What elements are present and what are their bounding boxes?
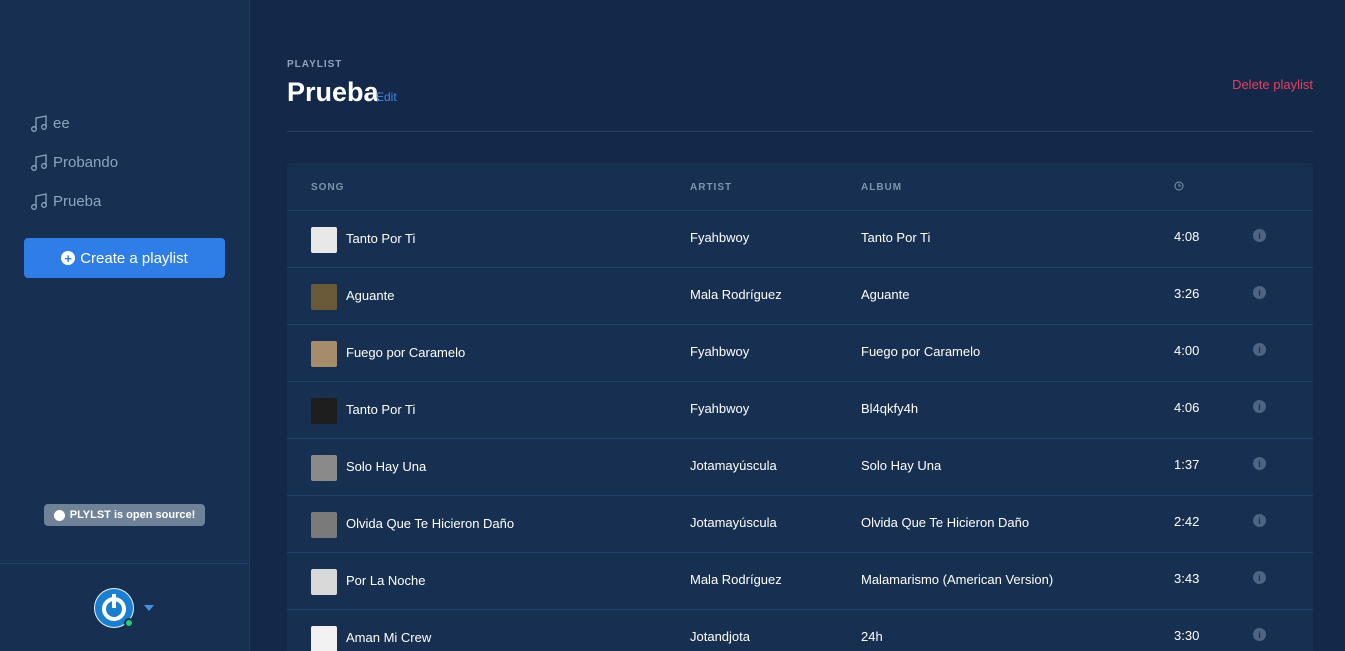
open-source-label: PLYLST is open source! <box>69 509 196 521</box>
header-divider <box>287 131 1313 132</box>
table-row[interactable]: Olvida Que Te Hicieron Daño Jotamayúscula… <box>287 496 1313 553</box>
song-duration: 4:00 <box>1174 343 1200 358</box>
artist-name: Fyahbwoy <box>690 401 750 416</box>
sidebar-item-playlist[interactable]: ee <box>30 104 230 143</box>
table-row[interactable]: Aman Mi Crew Jotandjota 24h 3:30 i <box>287 610 1313 651</box>
sidebar-item-playlist[interactable]: Prueba <box>30 182 230 221</box>
song-title: Solo Hay Una <box>346 459 427 474</box>
artist-name: Mala Rodríguez <box>690 287 782 302</box>
album-name: Malamarismo (American Version) <box>861 572 1054 587</box>
info-icon[interactable]: i <box>1253 400 1266 413</box>
info-icon[interactable]: i <box>1253 628 1266 641</box>
info-icon[interactable]: i <box>1253 229 1266 242</box>
column-header-artist[interactable]: ARTIST <box>690 182 732 193</box>
artist-name: Jotandjota <box>690 629 750 644</box>
album-name: Aguante <box>861 287 910 302</box>
chevron-down-icon[interactable] <box>144 605 154 611</box>
album-cover <box>311 455 337 481</box>
page-title: Prueba <box>287 77 379 107</box>
table-row[interactable]: Tanto Por Ti Fyahbwoy Tanto Por Ti 4:08 i <box>287 211 1313 268</box>
app-logo[interactable] <box>88 30 162 78</box>
info-icon[interactable]: i <box>1253 343 1266 356</box>
user-menu[interactable] <box>94 588 154 628</box>
info-icon[interactable]: i <box>1253 457 1266 470</box>
main-content: PLAYLIST Prueba Edit Delete playlist SON… <box>250 0 1345 651</box>
table-row[interactable]: Tanto Por Ti Fyahbwoy Bl4qkfy4h 4:06 i <box>287 382 1313 439</box>
album-cover <box>311 284 337 310</box>
song-title: Olvida Que Te Hicieron Daño <box>346 516 515 531</box>
clock-icon[interactable] <box>1174 181 1184 194</box>
info-icon[interactable]: i <box>1253 571 1266 584</box>
album-cover <box>311 569 337 595</box>
playlist-list: ee Probando Prueba <box>30 104 230 221</box>
album-cover <box>311 398 337 424</box>
album-name: Olvida Que Te Hicieron Daño <box>861 515 1030 530</box>
table-header: SONG ARTIST ALBUM <box>287 163 1313 211</box>
table-row[interactable]: Solo Hay Una Jotamayúscula Solo Hay Una 1:3… <box>287 439 1313 496</box>
album-name: Solo Hay Una <box>861 458 942 473</box>
song-title: Por La Noche <box>346 573 426 588</box>
table-row[interactable]: Por La Noche Mala Rodríguez Malamarismo (A… <box>287 553 1313 610</box>
online-status-indicator <box>124 618 134 628</box>
album-name: Tanto Por Ti <box>861 230 931 245</box>
table-row[interactable]: Aguante Mala Rodríguez Aguante 3:26 i <box>287 268 1313 325</box>
create-playlist-label: Create a playlist <box>80 249 188 267</box>
column-header-album[interactable]: ALBUM <box>861 182 902 193</box>
song-duration: 3:43 <box>1174 571 1200 586</box>
table-row[interactable]: Fuego por Caramelo Fyahbwoy Fuego por Cara… <box>287 325 1313 382</box>
sidebar-divider <box>0 563 249 564</box>
artist-name: Fyahbwoy <box>690 344 750 359</box>
song-title: Tanto Por Ti <box>346 402 416 417</box>
song-duration: 3:26 <box>1174 286 1200 301</box>
song-title: Aguante <box>346 288 395 303</box>
edit-playlist-link[interactable]: Edit <box>376 90 397 104</box>
sidebar: ee Probando Prueba + Create a playlist P… <box>0 0 250 651</box>
artist-name: Jotamayúscula <box>690 458 777 473</box>
open-source-badge[interactable]: PLYLST is open source! <box>44 504 205 526</box>
song-duration: 1:37 <box>1174 457 1200 472</box>
album-cover <box>311 626 337 651</box>
sidebar-item-label: Prueba <box>53 193 102 210</box>
create-playlist-button[interactable]: + Create a playlist <box>24 238 225 278</box>
song-duration: 4:06 <box>1174 400 1200 415</box>
song-duration: 4:08 <box>1174 229 1200 244</box>
song-duration: 2:42 <box>1174 514 1200 529</box>
sidebar-item-label: Probando <box>53 154 119 171</box>
plus-circle-icon: + <box>61 251 76 265</box>
music-note-icon <box>31 153 47 171</box>
artist-name: Jotamayúscula <box>690 515 777 530</box>
music-note-icon <box>31 114 47 132</box>
artist-name: Fyahbwoy <box>690 230 750 245</box>
delete-playlist-link[interactable]: Delete playlist <box>1232 77 1313 92</box>
album-name: 24h <box>861 629 883 644</box>
album-cover <box>311 512 337 538</box>
info-icon[interactable]: i <box>1253 286 1266 299</box>
info-icon[interactable]: i <box>1253 514 1266 527</box>
music-note-icon <box>31 192 47 210</box>
song-title: Tanto Por Ti <box>346 231 416 246</box>
github-icon <box>53 509 65 521</box>
page-kicker: PLAYLIST <box>287 59 343 70</box>
column-header-song[interactable]: SONG <box>311 182 344 193</box>
artist-name: Mala Rodríguez <box>690 572 782 587</box>
song-title: Fuego por Caramelo <box>346 345 466 360</box>
album-cover <box>311 227 337 253</box>
songs-table: SONG ARTIST ALBUM Tanto Por Ti Fyahbwoy Ta… <box>287 163 1313 651</box>
album-name: Bl4qkfy4h <box>861 401 919 416</box>
album-name: Fuego por Caramelo <box>861 344 981 359</box>
song-title: Aman Mi Crew <box>346 630 432 645</box>
table-body: Tanto Por Ti Fyahbwoy Tanto Por Ti 4:08 i Agu… <box>287 211 1313 651</box>
sidebar-item-label: ee <box>53 115 70 132</box>
song-duration: 3:30 <box>1174 628 1200 643</box>
sidebar-item-playlist[interactable]: Probando <box>30 143 230 182</box>
album-cover <box>311 341 337 367</box>
